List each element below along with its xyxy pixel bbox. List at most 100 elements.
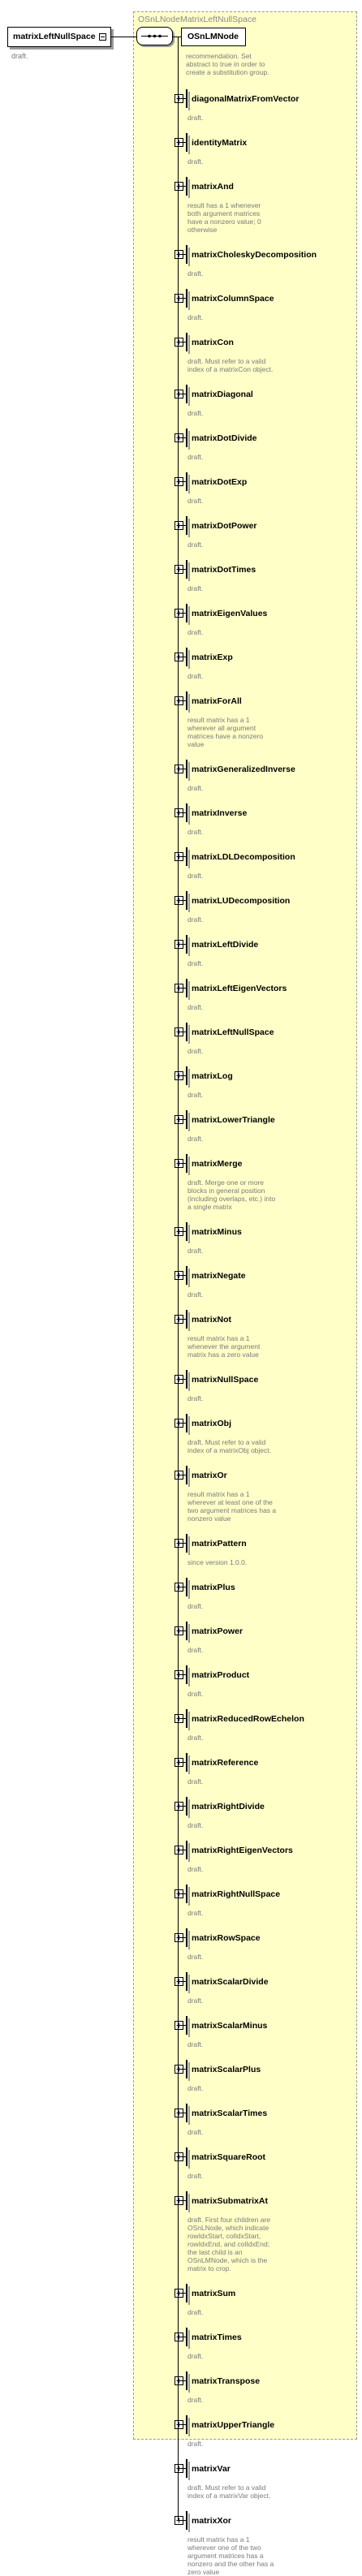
element-matrixDotPower[interactable]: matrixDotPower — [175, 516, 257, 535]
element-description-line: since version 1.0.0. — [187, 1558, 248, 1566]
element-description-line: draft. — [187, 959, 204, 967]
element-matrixNot[interactable]: matrixNot — [175, 1310, 231, 1329]
element-label: matrixRowSpace — [192, 1933, 261, 1943]
element-matrixOr[interactable]: matrixOr — [175, 1466, 227, 1484]
element-label: matrixReference — [192, 1758, 259, 1768]
element-matrixMinus[interactable]: matrixMinus — [175, 1222, 242, 1241]
element-matrixReducedRowEchelon[interactable]: matrixReducedRowEchelon — [175, 1709, 304, 1728]
element-matrixPower[interactable]: matrixPower — [175, 1622, 243, 1640]
element-matrixRightNullSpace[interactable]: matrixRightNullSpace — [175, 1885, 280, 1903]
element-description: draft. — [187, 1003, 317, 1011]
element-matrixScalarPlus[interactable]: matrixScalarPlus — [175, 2060, 261, 2078]
element-label: matrixInverse — [192, 808, 248, 818]
element-matrixNullSpace[interactable]: matrixNullSpace — [175, 1370, 258, 1389]
element-label: matrixLowerTriangle — [192, 1115, 275, 1125]
element-description-line: draft. — [187, 1602, 204, 1610]
element-description-line: value — [187, 740, 205, 748]
element-matrixPattern[interactable]: matrixPattern — [175, 1534, 247, 1553]
element-matrixSquareRoot[interactable]: matrixSquareRoot — [175, 2147, 265, 2166]
element-label: matrixOr — [192, 1471, 227, 1480]
element-matrixRightDivide[interactable]: matrixRightDivide — [175, 1797, 265, 1816]
element-matrixCon[interactable]: matrixCon — [175, 333, 234, 351]
element-matrixRowSpace[interactable]: matrixRowSpace — [175, 1928, 261, 1947]
element-matrixProduct[interactable]: matrixProduct — [175, 1665, 249, 1684]
element-matrixEigenValues[interactable]: matrixEigenValues — [175, 604, 267, 622]
connector-line — [178, 569, 186, 570]
connector-line — [178, 1379, 186, 1380]
element-label: matrixColumnSpace — [192, 294, 274, 304]
element-matrixRightEigenVectors[interactable]: matrixRightEigenVectors — [175, 1841, 293, 1859]
element-matrixScalarTimes[interactable]: matrixScalarTimes — [175, 2104, 267, 2122]
element-matrixUpperTriangle[interactable]: matrixUpperTriangle — [175, 2415, 274, 2434]
element-description: draft. — [187, 2396, 317, 2404]
element-matrixMerge[interactable]: matrixMerge — [175, 1154, 242, 1173]
connector-line — [178, 988, 186, 989]
element-matrixLUDecomposition[interactable]: matrixLUDecomposition — [175, 891, 290, 910]
element-description-line: draft. — [187, 1953, 204, 1961]
element-matrixTimes[interactable]: matrixTimes — [175, 2328, 242, 2346]
element-matrixReference[interactable]: matrixReference — [175, 1753, 258, 1772]
element-description-line: nonzero and the other has a — [187, 2560, 274, 2568]
connector-line — [178, 2380, 186, 2381]
element-matrixDotTimes[interactable]: matrixDotTimes — [175, 560, 256, 579]
element-label: matrixLUDecomposition — [192, 896, 291, 906]
element-matrixSubmatrixAt[interactable]: matrixSubmatrixAt — [175, 2191, 268, 2210]
element-matrixSum[interactable]: matrixSum — [175, 2284, 235, 2302]
element-matrixAnd[interactable]: matrixAnd — [175, 177, 234, 196]
element-description-line: have a nonzero value; 0 — [187, 218, 261, 226]
element-description-line: matrix to crop. — [187, 2264, 231, 2272]
element-description: draft. — [187, 114, 317, 122]
element-description-line: a single matrix — [187, 1203, 232, 1211]
element-matrixLeftEigenVectors[interactable]: matrixLeftEigenVectors — [175, 979, 287, 997]
element-matrixTranspose[interactable]: matrixTranspose — [175, 2371, 260, 2390]
element-matrixVar[interactable]: matrixVar — [175, 2459, 231, 2478]
element-description-line: draft. — [187, 1247, 204, 1255]
element-matrixNegate[interactable]: matrixNegate — [175, 1266, 246, 1285]
element-identityMatrix[interactable]: identityMatrix — [175, 133, 247, 152]
element-label: matrixPattern — [192, 1539, 247, 1549]
element-label: matrixNegate — [192, 1271, 246, 1281]
element-label: matrixNullSpace — [192, 1375, 259, 1385]
connector-line — [178, 1319, 186, 1320]
element-description-line: draft. — [187, 1690, 204, 1698]
base-type-box[interactable]: OSnLMNode — [181, 28, 246, 46]
element-matrixColumnSpace[interactable]: matrixColumnSpace — [175, 289, 274, 308]
element-description-line: both argument matrices — [187, 209, 261, 218]
connector-line — [178, 437, 186, 438]
element-label: matrixDotTimes — [192, 565, 256, 575]
element-matrixLeftDivide[interactable]: matrixLeftDivide — [175, 935, 258, 954]
element-diagonalMatrixFromVector[interactable]: diagonalMatrixFromVector — [175, 89, 299, 108]
connector-line — [178, 525, 186, 526]
element-matrixGeneralizedInverse[interactable]: matrixGeneralizedInverse — [175, 760, 295, 778]
element-description-line: draft. — [187, 2128, 204, 2136]
element-label: matrixVar — [192, 2464, 231, 2474]
element-matrixLog[interactable]: matrixLog — [175, 1066, 233, 1085]
element-matrixExp[interactable]: matrixExp — [175, 648, 233, 666]
element-description: draft. — [187, 1394, 317, 1402]
sequence-compositor-icon[interactable] — [136, 27, 173, 45]
root-element-box[interactable]: matrixLeftNullSpace — [7, 27, 111, 47]
element-matrixObj[interactable]: matrixObj — [175, 1414, 231, 1432]
element-matrixForAll[interactable]: matrixForAll — [175, 691, 242, 710]
element-matrixLeftNullSpace[interactable]: matrixLeftNullSpace — [175, 1023, 274, 1041]
element-matrixScalarMinus[interactable]: matrixScalarMinus — [175, 2016, 267, 2035]
element-description-line: index of a matrixCon object. — [187, 365, 274, 373]
element-description-line: matrix has a zero value — [187, 1350, 259, 1359]
element-matrixCholeskyDecomposition[interactable]: matrixCholeskyDecomposition — [175, 245, 317, 264]
element-description-line: draft. Must refer to a valid — [187, 1438, 266, 1446]
element-matrixDiagonal[interactable]: matrixDiagonal — [175, 385, 253, 403]
element-description: draft. — [187, 1047, 317, 1055]
element-matrixPlus[interactable]: matrixPlus — [175, 1578, 235, 1596]
element-matrixDotDivide[interactable]: matrixDotDivide — [175, 429, 257, 447]
root-element-description: draft. — [11, 52, 28, 60]
element-matrixLDLDecomposition[interactable]: matrixLDLDecomposition — [175, 847, 295, 866]
element-matrixXor[interactable]: matrixXor — [175, 2511, 231, 2530]
element-matrixDotExp[interactable]: matrixDotExp — [175, 472, 247, 491]
element-matrixInverse[interactable]: matrixInverse — [175, 803, 247, 822]
connector-line — [178, 142, 186, 143]
connector-line — [178, 1119, 186, 1120]
element-matrixScalarDivide[interactable]: matrixScalarDivide — [175, 1972, 269, 1991]
element-matrixLowerTriangle[interactable]: matrixLowerTriangle — [175, 1110, 275, 1129]
element-description: draft. — [187, 915, 317, 924]
element-description: draft. — [187, 541, 317, 549]
